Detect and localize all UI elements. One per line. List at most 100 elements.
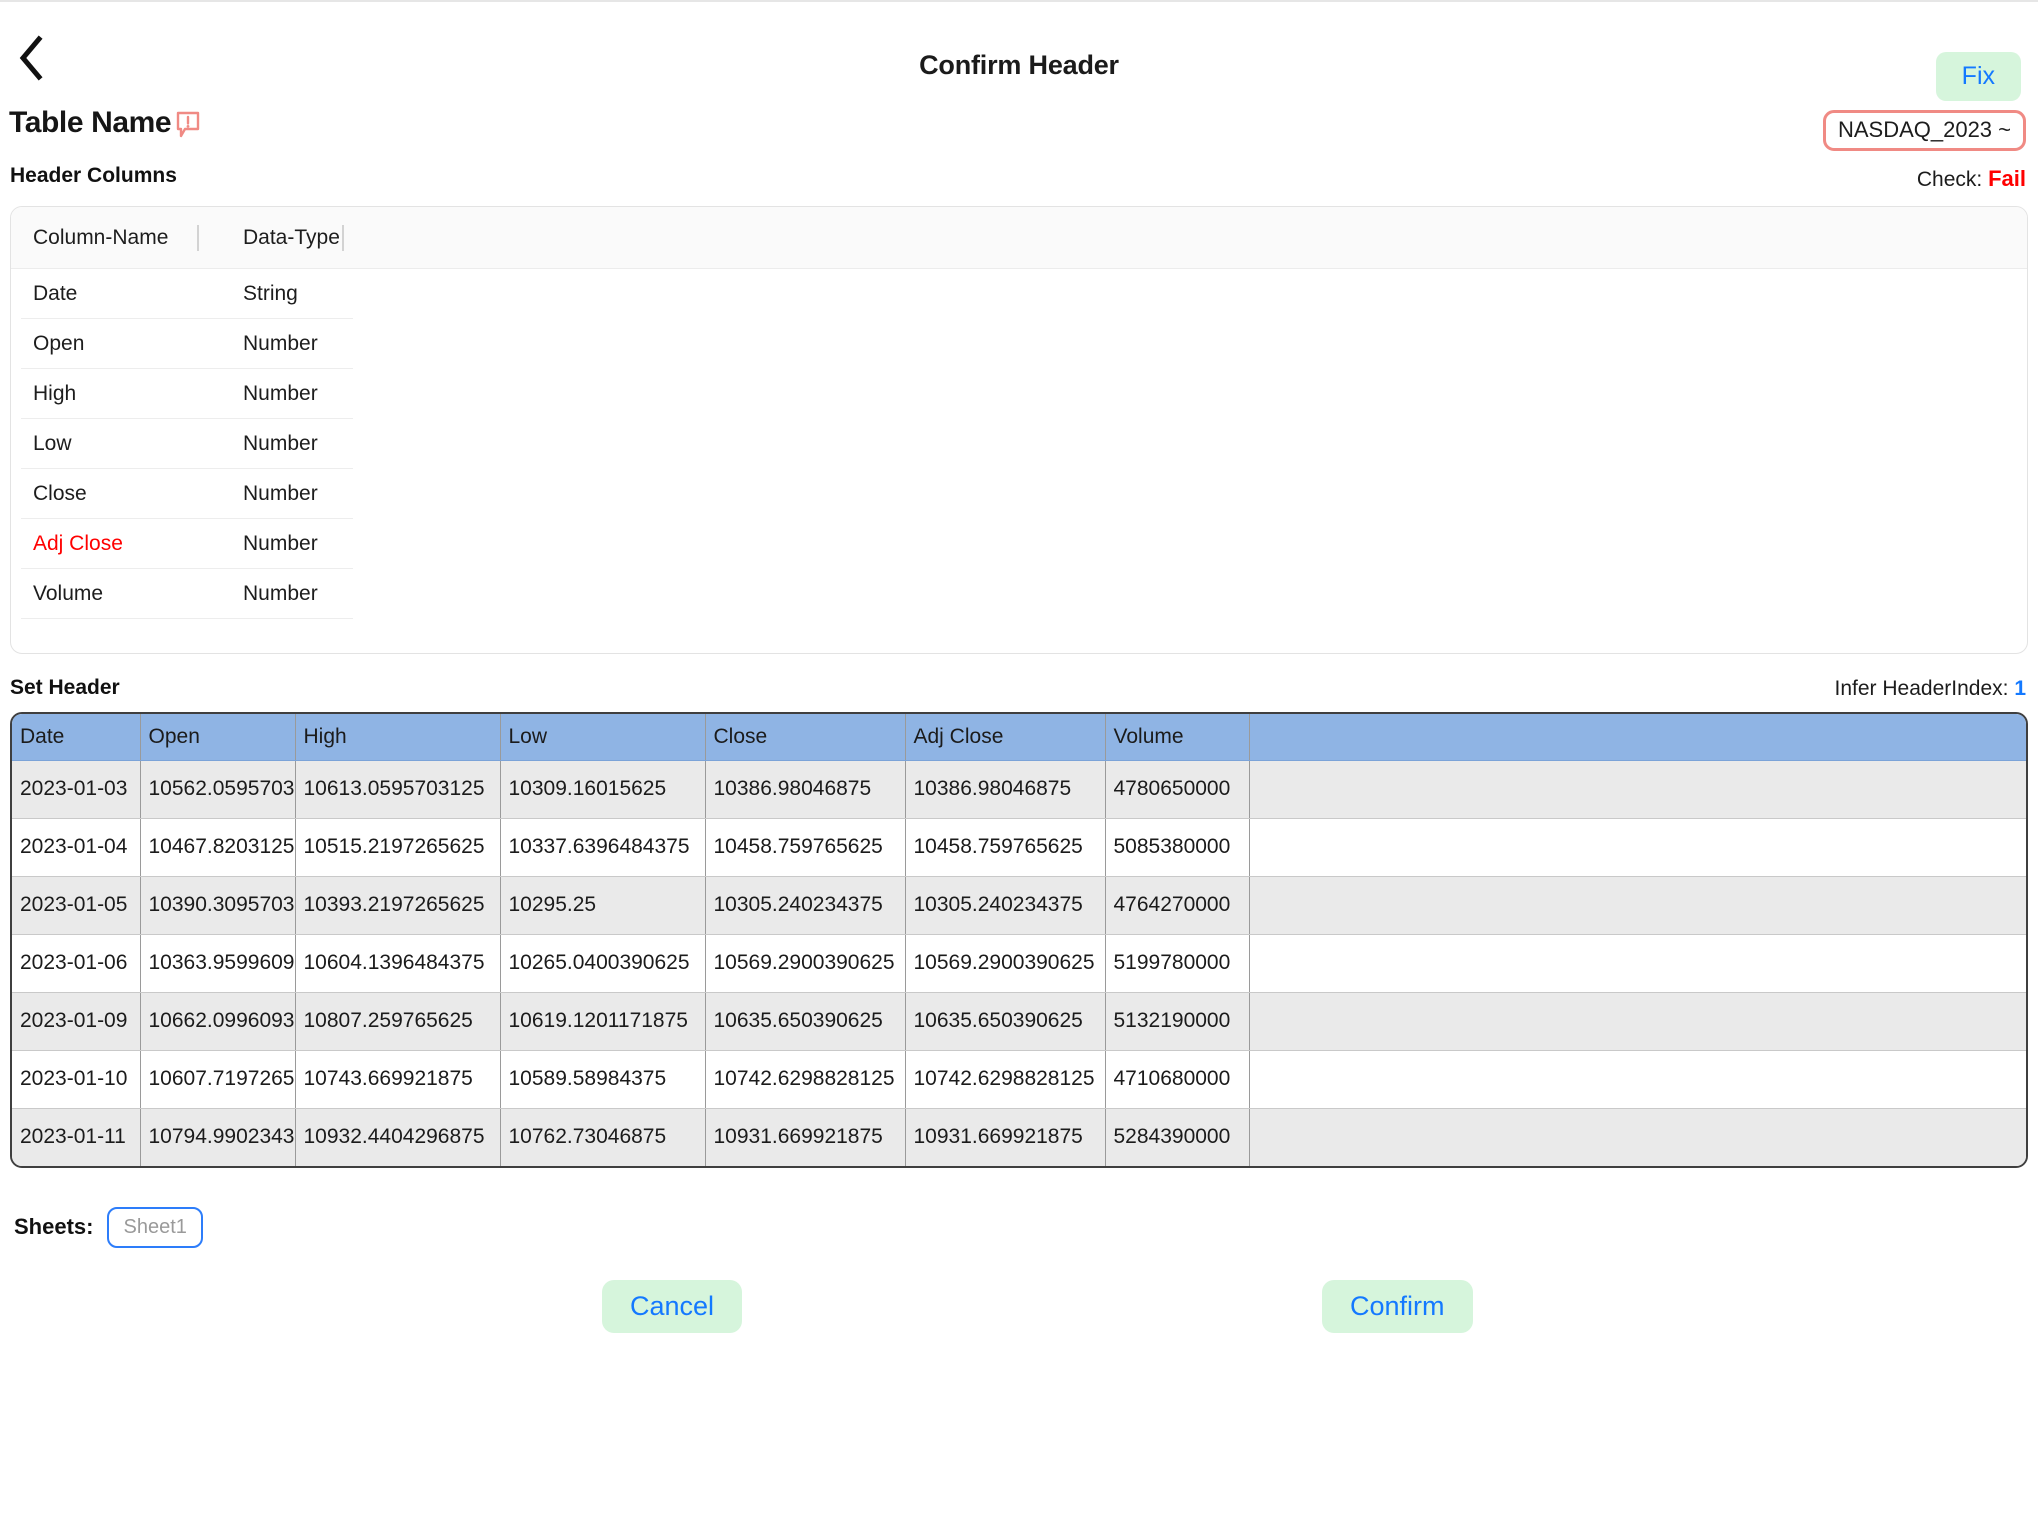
grid-cell[interactable]: 10743.669921875 bbox=[295, 1050, 501, 1109]
grid-row[interactable]: 2023-01-0910662.09960937510807.259765625… bbox=[12, 992, 2026, 1051]
grid-cell[interactable]: 5085380000 bbox=[1105, 818, 1250, 877]
grid-header-row[interactable]: Date Open High Low Close Adj Close Volume bbox=[12, 714, 2026, 761]
grid-cell[interactable]: 10467.8203125 bbox=[140, 818, 296, 877]
grid-cell[interactable]: 10589.58984375 bbox=[500, 1050, 706, 1109]
grid-row[interactable]: 2023-01-0610363.959960937510604.13964843… bbox=[12, 934, 2026, 993]
grid-cell[interactable]: 4764270000 bbox=[1105, 876, 1250, 935]
preview-grid-wrapper[interactable]: Date Open High Low Close Adj Close Volume 2023… bbox=[10, 712, 2028, 1168]
grid-header-cell[interactable]: Open bbox=[140, 714, 296, 761]
grid-cell[interactable]: 10931.669921875 bbox=[705, 1108, 906, 1166]
header-column-row[interactable]: Volume Number bbox=[21, 569, 353, 619]
grid-cell[interactable]: 10742.6298828125 bbox=[905, 1050, 1106, 1109]
infer-header-index-label: Infer HeaderIndex: bbox=[1834, 677, 2009, 700]
grid-cell[interactable]: 10386.98046875 bbox=[705, 760, 906, 819]
grid-cell[interactable]: 4710680000 bbox=[1105, 1050, 1250, 1109]
grid-cell[interactable]: 10635.650390625 bbox=[705, 992, 906, 1051]
grid-cell[interactable]: 2023-01-09 bbox=[12, 992, 141, 1051]
header-column-row[interactable]: High Number bbox=[21, 369, 353, 419]
grid-cell[interactable]: 10613.0595703125 bbox=[295, 760, 501, 819]
grid-cell[interactable]: 2023-01-06 bbox=[12, 934, 141, 993]
grid-cell[interactable]: 10458.759765625 bbox=[905, 818, 1106, 877]
header-column-row[interactable]: Close Number bbox=[21, 469, 353, 519]
grid-header-cell[interactable] bbox=[1249, 714, 2026, 761]
grid-cell[interactable] bbox=[1249, 1050, 2026, 1109]
grid-cell[interactable]: 10932.4404296875 bbox=[295, 1108, 501, 1166]
grid-row[interactable]: 2023-01-1110794.99023437510932.440429687… bbox=[12, 1108, 2026, 1166]
header-column-row[interactable]: Low Number bbox=[21, 419, 353, 469]
grid-header-cell[interactable]: High bbox=[295, 714, 501, 761]
grid-cell[interactable]: 2023-01-04 bbox=[12, 818, 141, 877]
grid-cell[interactable]: 10515.2197265625 bbox=[295, 818, 501, 877]
sheet-tab-sheet1[interactable]: Sheet1 bbox=[107, 1206, 203, 1248]
check-status: Check: Fail bbox=[1917, 166, 2026, 192]
grid-cell[interactable]: 10635.650390625 bbox=[905, 992, 1106, 1051]
grid-cell[interactable]: 10619.1201171875 bbox=[500, 992, 706, 1051]
grid-header-cell[interactable]: Volume bbox=[1105, 714, 1250, 761]
table-name-label: Table Name bbox=[9, 106, 172, 139]
grid-row[interactable]: 2023-01-0310562.059570312510613.05957031… bbox=[12, 760, 2026, 819]
grid-cell[interactable]: 2023-01-10 bbox=[12, 1050, 141, 1109]
grid-cell[interactable]: 10762.73046875 bbox=[500, 1108, 706, 1166]
header-column-row[interactable]: Open Number bbox=[21, 319, 353, 369]
grid-cell[interactable]: 10265.0400390625 bbox=[500, 934, 706, 993]
table-name-input[interactable]: NASDAQ_2023 ~ bbox=[1822, 110, 2026, 152]
confirm-button[interactable]: Confirm bbox=[1322, 1280, 1473, 1334]
grid-cell[interactable]: 5132190000 bbox=[1105, 992, 1250, 1051]
grid-cell[interactable]: 5284390000 bbox=[1105, 1108, 1250, 1166]
grid-body[interactable]: 2023-01-0310562.059570312510613.05957031… bbox=[12, 760, 2026, 1166]
grid-cell[interactable] bbox=[1249, 760, 2026, 819]
grid-cell[interactable]: 10742.6298828125 bbox=[705, 1050, 906, 1109]
grid-cell[interactable]: 10295.25 bbox=[500, 876, 706, 935]
grid-cell[interactable]: 10662.099609375 bbox=[140, 992, 296, 1051]
grid-cell[interactable]: 10607.7197265625 bbox=[140, 1050, 296, 1109]
grid-cell[interactable]: 10363.9599609375 bbox=[140, 934, 296, 993]
grid-cell[interactable] bbox=[1249, 992, 2026, 1051]
preview-grid[interactable]: Date Open High Low Close Adj Close Volume 2023… bbox=[12, 714, 2026, 1166]
grid-cell[interactable]: 10931.669921875 bbox=[905, 1108, 1106, 1166]
grid-header-cell[interactable]: Adj Close bbox=[905, 714, 1106, 761]
header-column-name: High bbox=[33, 381, 77, 405]
grid-row[interactable]: 2023-01-0510390.309570312510393.21972656… bbox=[12, 876, 2026, 935]
grid-cell[interactable]: 10305.240234375 bbox=[705, 876, 906, 935]
grid-header-cell[interactable]: Date bbox=[12, 714, 141, 761]
grid-cell[interactable]: 10309.16015625 bbox=[500, 760, 706, 819]
grid-cell[interactable]: 10569.2900390625 bbox=[905, 934, 1106, 993]
grid-header-cell[interactable]: Low bbox=[500, 714, 706, 761]
grid-cell[interactable]: 10604.1396484375 bbox=[295, 934, 501, 993]
grid-cell[interactable]: 10390.3095703125 bbox=[140, 876, 296, 935]
grid-cell[interactable] bbox=[1249, 934, 2026, 993]
grid-cell[interactable]: 2023-01-03 bbox=[12, 760, 141, 819]
grid-row[interactable]: 2023-01-04 10467.8203125 10515.2197265625 1… bbox=[12, 818, 2026, 877]
set-header-title: Set Header bbox=[10, 676, 120, 699]
warning-speech-bubble-icon bbox=[176, 111, 200, 139]
grid-cell[interactable]: 10393.2197265625 bbox=[295, 876, 501, 935]
table-name-row: Table Name NASDAQ_2023 ~ bbox=[0, 100, 2038, 158]
grid-cell[interactable]: 10562.0595703125 bbox=[140, 760, 296, 819]
column-header-column-name: Column-Name bbox=[33, 225, 169, 249]
grid-cell[interactable]: 10807.259765625 bbox=[295, 992, 501, 1051]
grid-header-cell[interactable]: Close bbox=[705, 714, 906, 761]
cancel-button[interactable]: Cancel bbox=[602, 1280, 743, 1334]
grid-cell[interactable]: 10337.6396484375 bbox=[500, 818, 706, 877]
grid-cell[interactable] bbox=[1249, 818, 2026, 877]
header-column-name: Volume bbox=[33, 581, 104, 605]
grid-cell[interactable]: 2023-01-11 bbox=[12, 1108, 141, 1166]
grid-cell[interactable] bbox=[1249, 876, 2026, 935]
header-columns-table-head: Column-Name Data-Type bbox=[11, 207, 2027, 269]
grid-cell[interactable]: 10305.240234375 bbox=[905, 876, 1106, 935]
grid-cell[interactable]: 10386.98046875 bbox=[905, 760, 1106, 819]
grid-cell[interactable]: 2023-01-05 bbox=[12, 876, 141, 935]
header-column-name: Open bbox=[33, 331, 85, 355]
grid-cell[interactable] bbox=[1249, 1108, 2026, 1166]
grid-row[interactable]: 2023-01-1010607.719726562510743.66992187… bbox=[12, 1050, 2026, 1109]
grid-cell[interactable]: 10569.2900390625 bbox=[705, 934, 906, 993]
check-label: Check: bbox=[1916, 168, 1983, 191]
grid-cell[interactable]: 5199780000 bbox=[1105, 934, 1250, 993]
grid-cell[interactable]: 10794.990234375 bbox=[140, 1108, 296, 1166]
header-column-row[interactable]: Date String bbox=[21, 269, 353, 319]
grid-cell[interactable]: 4780650000 bbox=[1105, 760, 1250, 819]
grid-cell[interactable]: 10458.759765625 bbox=[705, 818, 906, 877]
fix-button[interactable]: Fix bbox=[1935, 52, 2021, 101]
header-column-row[interactable]: Adj Close Number bbox=[21, 519, 353, 569]
header-column-name: Close bbox=[33, 481, 87, 505]
